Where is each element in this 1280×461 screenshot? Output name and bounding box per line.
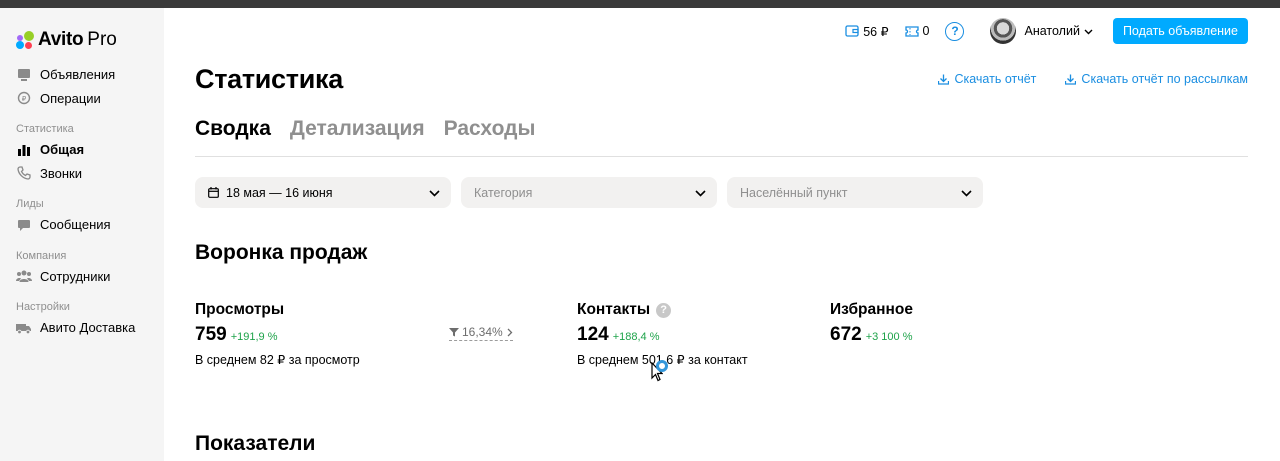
question-icon[interactable]: ?	[656, 302, 672, 318]
chevron-down-icon	[1084, 24, 1093, 38]
conversion-rate-link[interactable]: 16,34%	[449, 325, 513, 341]
metric-label: Избранное	[830, 301, 913, 318]
metric-delta: +191,9 %	[230, 331, 278, 343]
sidebar-section-leads: Лиды	[16, 198, 44, 210]
location-select[interactable]: Населённый пункт	[727, 177, 983, 208]
date-range-select[interactable]: 18 мая — 16 июня	[195, 177, 451, 208]
tab-expenses[interactable]: Расходы	[444, 117, 536, 141]
metric-value: 759	[195, 324, 227, 345]
sidebar-section-statistics: Статистика	[16, 123, 74, 135]
metric-delta: +188,4 %	[612, 331, 660, 343]
sidebar-item-calls[interactable]: Звонки	[16, 162, 161, 186]
post-ad-button[interactable]: Подать объявление	[1112, 18, 1248, 44]
sidebar-item-messages[interactable]: Сообщения	[16, 213, 161, 237]
wallet-amount: 56 ₽	[863, 24, 889, 39]
users-icon	[16, 268, 32, 284]
metric-value: 672	[830, 324, 862, 345]
download-mailing-report-label: Скачать отчёт по рассылкам	[1081, 72, 1248, 86]
sidebar-section-company: Компания	[16, 249, 67, 262]
tab-details[interactable]: Детализация	[290, 117, 425, 141]
location-placeholder: Населённый пункт	[740, 185, 848, 200]
truck-icon	[16, 320, 32, 336]
logo-suffix: Pro	[87, 29, 117, 50]
sidebar-item-listings[interactable]: Объявления	[16, 63, 161, 87]
chevron-down-icon	[695, 186, 706, 200]
metric-contacts: Контакты ? 124 +188,4 % В среднем 501,6 …	[577, 301, 748, 367]
download-links: Скачать отчёт Скачать отчёт по рассылкам	[909, 72, 1248, 86]
avito-logo-icon	[15, 30, 35, 50]
metric-favorites: Избранное 672 +3 100 %	[830, 301, 913, 346]
chat-icon	[16, 217, 32, 233]
phone-icon	[16, 165, 32, 181]
chevron-right-icon	[507, 328, 513, 337]
sidebar-item-label: Сотрудники	[40, 268, 111, 284]
operations-icon: ₽	[16, 90, 32, 106]
conversion-rate-value: 16,34%	[462, 325, 503, 339]
download-report-link[interactable]: Скачать отчёт	[938, 72, 1036, 86]
bar-chart-icon	[16, 142, 32, 158]
sidebar-section-settings: Настройки	[16, 301, 70, 313]
metric-value: 124	[577, 324, 609, 345]
tabs-divider	[195, 156, 1248, 157]
listing-icon	[16, 67, 32, 83]
sidebar-item-label: Объявления	[40, 67, 116, 83]
category-placeholder: Категория	[474, 185, 533, 200]
sidebar: Avito Pro Объявления ₽ Операции Статисти…	[0, 8, 164, 461]
loading-spinner-icon	[656, 360, 668, 372]
sidebar-item-label: Операции	[40, 90, 101, 106]
svg-text:₽: ₽	[22, 95, 27, 103]
user-menu[interactable]: Анатолий	[990, 18, 1093, 44]
download-icon	[1065, 74, 1077, 85]
chevron-down-icon	[429, 186, 440, 200]
metric-delta: +3 100 %	[865, 331, 913, 343]
sidebar-item-label: Звонки	[40, 165, 82, 181]
page-title: Статистика	[195, 64, 343, 94]
wallet-icon	[845, 25, 859, 37]
sidebar-item-label: Общая	[40, 142, 85, 158]
metric-label: Просмотры	[195, 301, 285, 318]
sidebar-item-avito-delivery[interactable]: Авито Доставка	[16, 316, 161, 340]
sidebar-item-operations[interactable]: ₽ Операции	[16, 87, 161, 111]
bonus-amount: 0	[922, 24, 930, 38]
sidebar-item-label: Авито Доставка	[40, 320, 136, 336]
date-range-value: 18 мая — 16 июня	[226, 185, 333, 200]
metric-views: Просмотры 759 +191,9 % В среднем 82 ₽ за…	[195, 301, 360, 367]
download-report-label: Скачать отчёт	[954, 72, 1037, 86]
help-icon[interactable]: ?	[945, 21, 965, 41]
filters-bar: 18 мая — 16 июня Категория Населённый пу…	[195, 177, 993, 208]
bonus-ticket-icon	[904, 25, 919, 37]
download-mailing-report-link[interactable]: Скачать отчёт по рассылкам	[1065, 72, 1248, 86]
stats-tabs: Сводка Детализация Расходы	[195, 117, 554, 141]
user-name: Анатолий	[1024, 24, 1080, 38]
funnel-icon	[449, 327, 459, 337]
category-select[interactable]: Категория	[461, 177, 717, 208]
indicators-title: Показатели	[195, 432, 316, 455]
window-top-bar	[0, 0, 1280, 8]
avatar	[990, 18, 1017, 44]
calendar-icon	[208, 187, 219, 198]
avito-pro-logo[interactable]: Avito Pro	[15, 28, 117, 52]
sidebar-item-label: Сообщения	[40, 217, 111, 233]
wallet-balance[interactable]: 56 ₽	[845, 24, 889, 39]
funnel-title: Воронка продаж	[195, 241, 368, 264]
metric-average: В среднем 82 ₽ за просмотр	[195, 353, 360, 367]
download-icon	[938, 74, 950, 85]
logo-text: Avito	[38, 29, 84, 50]
sidebar-nav: Объявления ₽ Операции Статистика Общая З…	[16, 63, 161, 340]
tab-summary[interactable]: Сводка	[195, 117, 271, 141]
sidebar-item-general[interactable]: Общая	[16, 138, 161, 162]
top-header: 56 ₽ 0 ? Анатолий Подать объявление	[845, 18, 1248, 44]
sidebar-item-employees[interactable]: Сотрудники	[16, 265, 161, 289]
bonus-balance[interactable]: 0	[904, 24, 930, 38]
metric-label: Контакты	[577, 301, 651, 318]
chevron-down-icon	[961, 186, 972, 200]
